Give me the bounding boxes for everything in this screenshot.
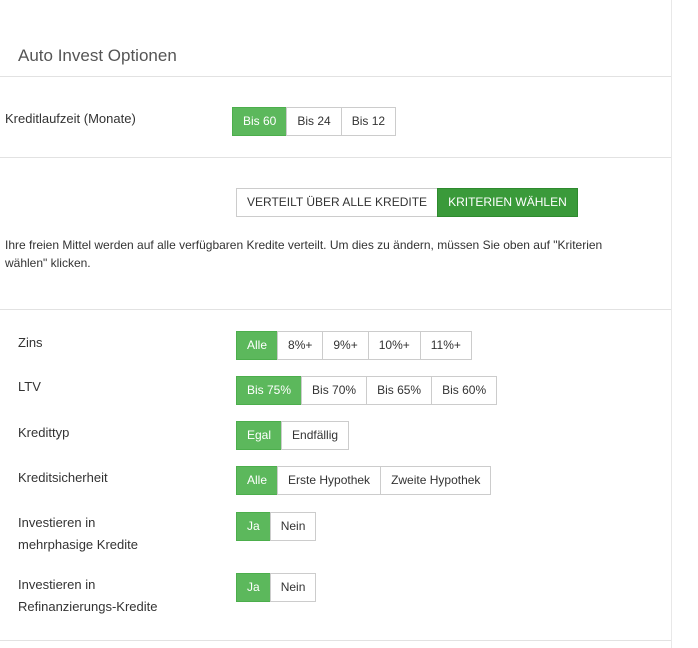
kredittyp-option-egal[interactable]: Egal (236, 421, 283, 450)
auto-invest-panel: Auto Invest Optionen Kreditlaufzeit (Mon… (0, 0, 672, 648)
refinanz-option-nein[interactable]: Nein (269, 573, 317, 602)
ltv-option-60[interactable]: Bis 60% (431, 376, 498, 405)
mode-all-loans-button[interactable]: VERTEILT ÜBER ALLE KREDITE (236, 188, 439, 217)
kredittyp-option-endfaellig[interactable]: Endfällig (281, 421, 350, 450)
refinanz-button-group: Ja Nein (236, 573, 317, 602)
laufzeit-option-24[interactable]: Bis 24 (286, 107, 342, 136)
mehrphasig-option-ja[interactable]: Ja (236, 512, 271, 541)
laufzeit-label: Kreditlaufzeit (Monate) (5, 111, 136, 126)
laufzeit-button-group: Bis 60 Bis 24 Bis 12 (232, 107, 397, 136)
sicherheit-option-zweite[interactable]: Zweite Hypothek (380, 466, 492, 495)
ltv-option-65[interactable]: Bis 65% (366, 376, 433, 405)
mehrphasig-label-line1: Investieren in (18, 515, 96, 530)
sicherheit-option-alle[interactable]: Alle (236, 466, 279, 495)
kredittyp-button-group: Egal Endfällig (236, 421, 350, 450)
mehrphasig-button-group: Ja Nein (236, 512, 317, 541)
zins-option-alle[interactable]: Alle (236, 331, 279, 360)
laufzeit-option-12[interactable]: Bis 12 (340, 107, 397, 136)
laufzeit-option-60[interactable]: Bis 60 (232, 107, 288, 136)
zins-button-group: Alle 8%+ 9%+ 10%+ 11%+ (236, 331, 472, 360)
sicherheit-option-erste[interactable]: Erste Hypothek (277, 466, 382, 495)
zins-option-8[interactable]: 8%+ (277, 331, 324, 360)
mode-toggle: VERTEILT ÜBER ALLE KREDITE KRITERIEN WÄH… (236, 188, 578, 217)
mode-note: Ihre freien Mittel werden auf alle verfü… (5, 238, 603, 270)
zins-label: Zins (18, 335, 43, 350)
divider (0, 157, 672, 158)
ltv-label: LTV (18, 379, 41, 394)
ltv-option-70[interactable]: Bis 70% (301, 376, 368, 405)
divider (0, 640, 672, 641)
sicherheit-button-group: Alle Erste Hypothek Zweite Hypothek (236, 466, 492, 495)
zins-option-10[interactable]: 10%+ (367, 331, 421, 360)
divider (0, 309, 672, 310)
zins-option-11[interactable]: 11%+ (419, 331, 472, 360)
refinanz-label-line2: Refinanzierungs-Kredite (18, 599, 158, 614)
mode-criteria-button[interactable]: KRITERIEN WÄHLEN (437, 188, 578, 217)
zins-option-9[interactable]: 9%+ (322, 331, 369, 360)
panel-edge (671, 0, 672, 648)
ltv-option-75[interactable]: Bis 75% (236, 376, 303, 405)
section-title: Auto Invest Optionen (18, 46, 177, 65)
refinanz-option-ja[interactable]: Ja (236, 573, 271, 602)
sicherheit-label: Kreditsicherheit (18, 470, 108, 485)
refinanz-label-line1: Investieren in (18, 577, 96, 592)
ltv-button-group: Bis 75% Bis 70% Bis 65% Bis 60% (236, 376, 498, 405)
mehrphasig-option-nein[interactable]: Nein (269, 512, 317, 541)
divider (0, 76, 672, 77)
mehrphasig-label-line2: mehrphasige Kredite (18, 537, 138, 552)
kredittyp-label: Kredittyp (18, 425, 70, 440)
